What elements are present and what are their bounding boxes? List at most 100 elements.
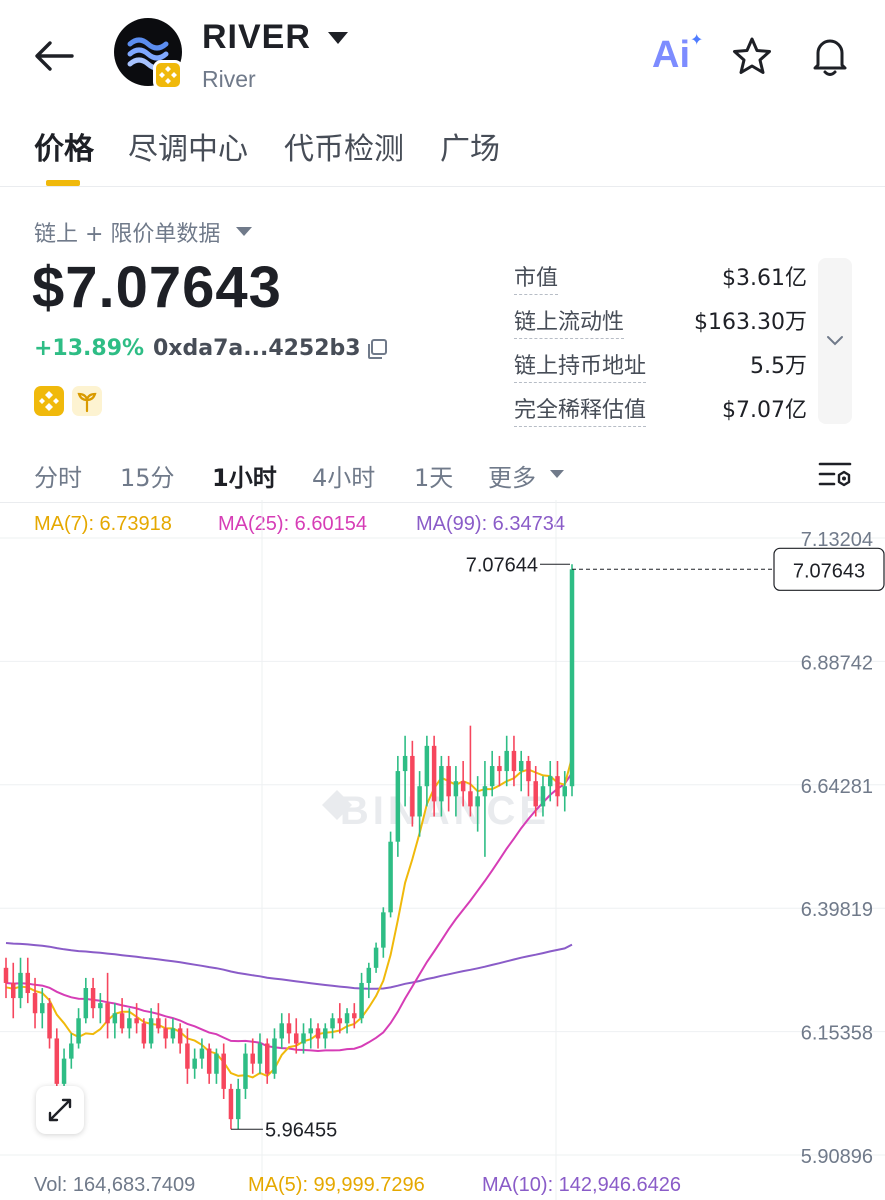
candle-body bbox=[83, 988, 89, 1019]
bnb-chain-badge bbox=[153, 60, 183, 90]
interval-15m[interactable]: 15分 bbox=[120, 458, 175, 493]
candle-body bbox=[243, 1053, 248, 1089]
current-price: $7.07643 bbox=[32, 255, 282, 320]
fullscreen-button[interactable] bbox=[36, 1086, 84, 1134]
stats-expand-button[interactable] bbox=[818, 258, 852, 424]
candle-body bbox=[410, 755, 415, 817]
candle-body bbox=[127, 1018, 132, 1029]
y-tick-label: 6.15358 bbox=[801, 1023, 873, 1045]
volume-ma5: MA(5): 99,999.7296 bbox=[248, 1174, 425, 1196]
candle-body bbox=[90, 988, 96, 1009]
stat-label-market-cap: 市值 bbox=[514, 260, 559, 295]
candle-body bbox=[323, 1028, 328, 1039]
candle-body bbox=[518, 760, 524, 772]
notification-bell-icon[interactable] bbox=[808, 34, 852, 78]
sprout-tag-icon[interactable] bbox=[72, 386, 102, 416]
candle-body bbox=[533, 781, 538, 807]
candle-body bbox=[337, 1018, 343, 1024]
contract-address: 0xda7a...4252b3 bbox=[153, 336, 361, 361]
candle-body bbox=[526, 760, 531, 782]
candle-body bbox=[185, 1043, 190, 1069]
tab-due-diligence[interactable]: 尽调中心 bbox=[128, 124, 248, 168]
candle-body bbox=[431, 745, 437, 802]
candle-body bbox=[148, 1018, 154, 1044]
candle-body bbox=[497, 766, 502, 772]
y-tick-label: 6.39819 bbox=[801, 899, 873, 921]
chart-settings-icon[interactable] bbox=[818, 460, 852, 490]
candle-body bbox=[105, 1003, 110, 1024]
candle-body bbox=[555, 776, 560, 797]
copy-icon[interactable] bbox=[366, 338, 388, 360]
candle-body bbox=[402, 755, 408, 772]
candle-body bbox=[511, 750, 517, 772]
candle-body bbox=[272, 1038, 277, 1074]
candle-body bbox=[250, 1053, 255, 1064]
candle-body bbox=[468, 791, 473, 807]
caret-down-icon[interactable] bbox=[550, 470, 564, 478]
stat-value-fdv: $7.07亿 bbox=[722, 398, 807, 423]
candle-body bbox=[141, 1023, 147, 1044]
candle-body bbox=[214, 1053, 219, 1074]
stat-label-liquidity: 链上流动性 bbox=[514, 304, 625, 339]
candle-body bbox=[47, 1003, 52, 1039]
volume-ma10: MA(10): 142,946.6426 bbox=[482, 1174, 682, 1196]
price-change: +13.89% bbox=[34, 336, 145, 361]
bnb-icon bbox=[39, 391, 59, 411]
interval-1h[interactable]: 1小时 bbox=[212, 458, 277, 493]
candle-body bbox=[61, 1058, 67, 1084]
token-name[interactable]: RIVER bbox=[202, 18, 311, 57]
candle-body bbox=[504, 750, 509, 772]
ai-assistant-button[interactable]: Ai bbox=[652, 34, 690, 77]
high-label: 7.07644 bbox=[466, 554, 538, 576]
candle-body bbox=[366, 967, 372, 983]
data-source-selector[interactable]: 链上 + 限价单数据 bbox=[34, 216, 220, 248]
candle-body bbox=[76, 1018, 81, 1044]
stat-label-holders: 链上持币地址 bbox=[514, 348, 647, 383]
back-arrow-icon[interactable] bbox=[32, 36, 76, 76]
candle-body bbox=[25, 972, 31, 994]
candle-body bbox=[562, 786, 567, 797]
candle-body bbox=[3, 967, 9, 983]
bnb-icon bbox=[159, 66, 177, 84]
candle-body bbox=[395, 771, 401, 842]
candle-body bbox=[344, 1013, 350, 1024]
interval-time-share[interactable]: 分时 bbox=[34, 458, 82, 493]
candle-body bbox=[315, 1028, 321, 1039]
candle-body bbox=[98, 1003, 103, 1009]
candle-body bbox=[352, 1013, 357, 1019]
bnb-tag-icon[interactable] bbox=[34, 386, 64, 416]
candlestick-chart[interactable]: 7.132046.887426.642816.398196.153585.908… bbox=[0, 500, 885, 1200]
tab-token-check[interactable]: 代币检测 bbox=[284, 124, 404, 168]
candle-body bbox=[156, 1018, 161, 1029]
chevron-down-icon bbox=[827, 336, 843, 346]
candle-body bbox=[388, 841, 393, 913]
favorite-star-icon[interactable] bbox=[732, 36, 772, 76]
interval-4h[interactable]: 4小时 bbox=[312, 458, 375, 493]
expand-arrows-icon bbox=[48, 1098, 72, 1122]
tabs-divider bbox=[0, 186, 885, 187]
tab-square[interactable]: 广场 bbox=[440, 124, 500, 168]
candle-body bbox=[359, 982, 364, 1019]
candle-body bbox=[279, 1023, 284, 1039]
candle-body bbox=[460, 781, 466, 792]
interval-more[interactable]: 更多 bbox=[488, 458, 536, 493]
candle-body bbox=[112, 1013, 118, 1024]
y-tick-label: 6.88742 bbox=[801, 652, 873, 674]
candle-body bbox=[308, 1028, 314, 1034]
candle-body bbox=[294, 1033, 299, 1044]
low-label: 5.96455 bbox=[265, 1119, 337, 1141]
candle-body bbox=[547, 776, 553, 787]
candle-body bbox=[373, 947, 379, 968]
candle-body bbox=[40, 1003, 45, 1014]
caret-down-icon[interactable] bbox=[236, 227, 252, 236]
candle-body bbox=[569, 569, 575, 787]
tab-price[interactable]: 价格 bbox=[34, 124, 94, 168]
candle-body bbox=[119, 1013, 125, 1029]
candle-body bbox=[199, 1048, 205, 1059]
interval-1d[interactable]: 1天 bbox=[414, 458, 453, 493]
candle-body bbox=[286, 1023, 292, 1034]
caret-down-icon[interactable] bbox=[328, 32, 348, 44]
candle-body bbox=[475, 796, 480, 807]
stat-value-liquidity: $163.30万 bbox=[694, 310, 807, 335]
binance-watermark: BINANCE bbox=[340, 789, 550, 833]
